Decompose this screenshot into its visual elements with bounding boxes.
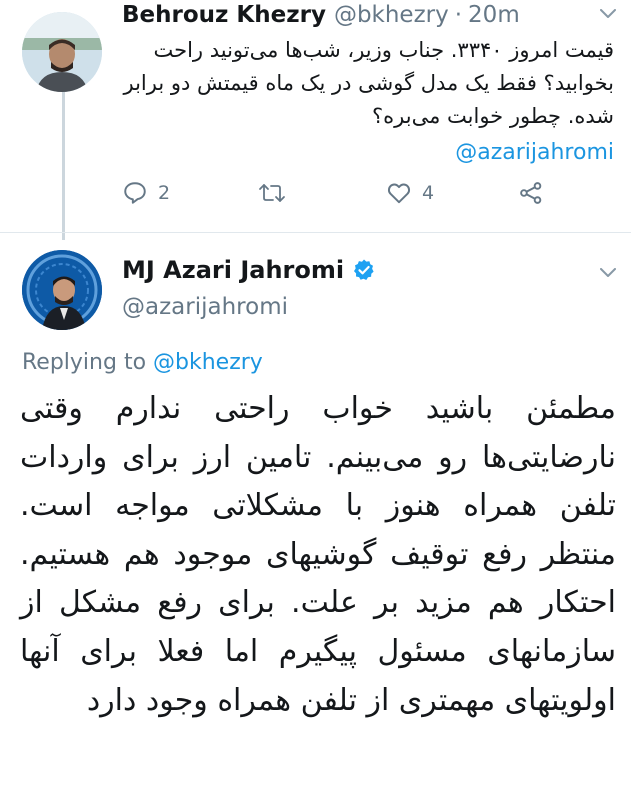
tweet-timestamp[interactable]: 20m	[468, 2, 520, 28]
tweet-text: مطمئن باشید خواب راحتی ندارم وقتی نارضای…	[20, 391, 616, 718]
verified-badge-icon	[354, 259, 374, 280]
retweet-button[interactable]	[258, 180, 296, 206]
reply-count: 2	[158, 182, 171, 204]
reply-icon	[124, 182, 146, 204]
tweet-text: قیمت امروز ۳۳۴۰. جناب وزیر، شب‌ها می‌تون…	[123, 38, 615, 128]
retweet-icon	[259, 184, 285, 202]
separator-dot: ·	[454, 2, 463, 28]
share-button[interactable]	[518, 180, 544, 206]
mention-link[interactable]: @azarijahromi	[455, 140, 614, 165]
avatar[interactable]	[22, 12, 102, 92]
replying-to-label: Replying to	[22, 350, 147, 375]
author-name[interactable]: Behrouz Khezry	[122, 2, 326, 28]
replying-to-handle[interactable]: @bkhezry	[153, 350, 263, 375]
like-button[interactable]: 4	[386, 180, 434, 206]
like-count: 4	[422, 182, 435, 204]
replying-to: Replying to @bkhezry	[22, 350, 263, 375]
thread-connector-line	[62, 92, 65, 240]
avatar[interactable]	[22, 250, 102, 330]
chevron-down-icon[interactable]	[600, 268, 616, 278]
author-handle[interactable]: @azarijahromi	[122, 294, 288, 320]
divider	[0, 232, 631, 233]
reply-button[interactable]: 2	[122, 180, 170, 206]
share-icon	[520, 182, 542, 204]
author-name[interactable]: MJ Azari Jahromi	[122, 256, 344, 284]
author-handle[interactable]: @bkhezry	[334, 2, 449, 28]
chevron-down-icon[interactable]	[600, 9, 616, 19]
like-icon	[387, 183, 411, 204]
tweet-actions: 2 4	[122, 180, 582, 214]
